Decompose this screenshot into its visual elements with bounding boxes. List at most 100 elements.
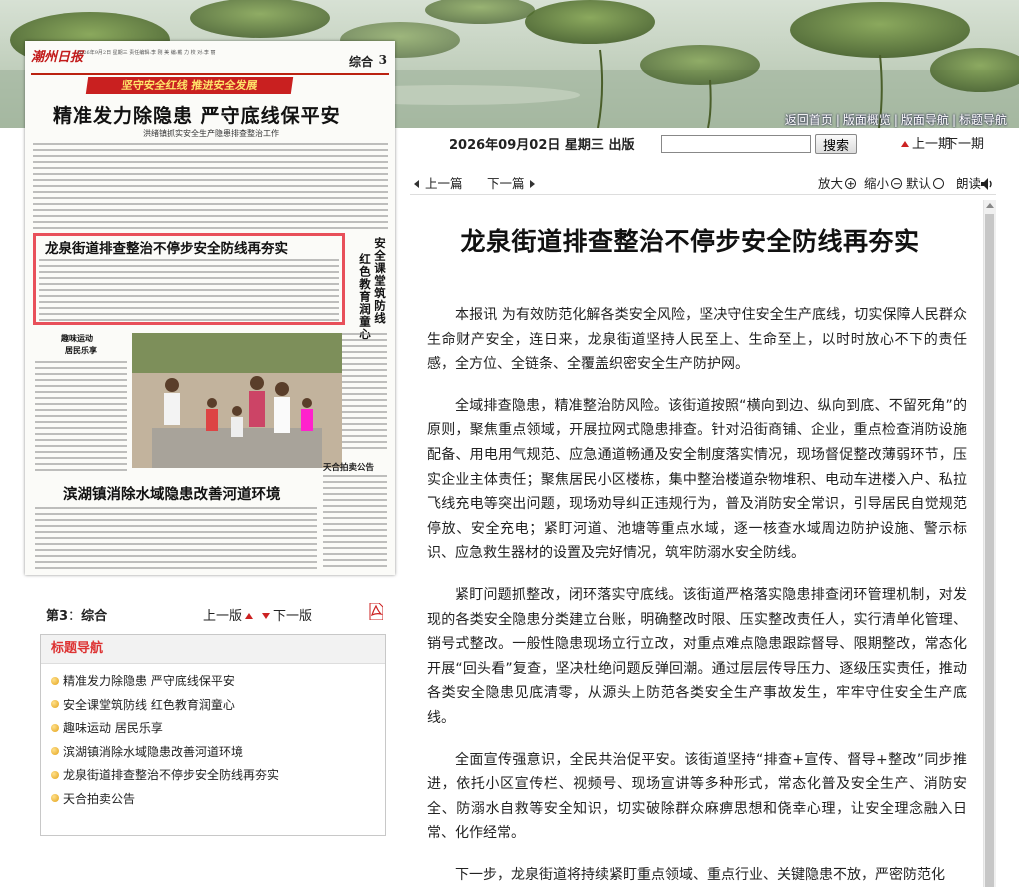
next-page-link[interactable]: 下一版: [259, 605, 312, 624]
triangle-right-icon: [529, 179, 535, 188]
up-arrow-icon: [901, 141, 909, 147]
zoom-in-button[interactable]: 放大: [818, 173, 857, 192]
title-navigation-panel: 标题导航 精准发力除隐患 严守底线保平安 安全课堂筑防线 红色教育润童心 趣味运…: [40, 634, 386, 836]
bottom-article-text-block: [35, 507, 317, 571]
small-article-title-2[interactable]: 居民乐享: [65, 345, 97, 356]
article-paragraph: 全面宣传强意识，全民共治促平安。该街道坚持“排查+宣传、督导+整改”同步推进，依…: [427, 751, 967, 842]
masthead-rule: [31, 73, 389, 75]
lead-article-text-block[interactable]: [33, 143, 388, 229]
current-page-info: 第3：综合: [46, 609, 108, 624]
newspaper-masthead: 潮州日报: [31, 50, 84, 65]
nav-home-link[interactable]: 返回首页: [785, 113, 833, 127]
newspaper-meta: 2026年9月2日 星期三 责任编辑:李 刚 美 编:戴 力 校 对:李 丽: [77, 50, 216, 56]
zoom-out-button[interactable]: 缩小: [864, 173, 903, 192]
prev-article-button[interactable]: 上一篇: [414, 173, 463, 192]
top-navigation: 返回首页 | 版面概览 | 版面导航 | 标题导航: [785, 111, 1007, 128]
default-size-label: 默认: [906, 176, 932, 191]
title-nav-item[interactable]: 安全课堂筑防线 红色教育润童心: [51, 694, 385, 718]
default-size-button[interactable]: 默认: [906, 173, 945, 192]
scrollbar-thumb[interactable]: [985, 214, 994, 887]
vertical-headline-1[interactable]: 安全课堂筑防线: [372, 237, 388, 325]
notice-text-block: [323, 475, 387, 571]
newspaper-slogan: 坚守安全红线 推进安全发展: [85, 77, 294, 94]
title-nav-item-label: 天合拍卖公告: [63, 791, 136, 806]
article-paragraph: 紧盯问题抓整改，闭环落实守底线。该街道严格落实隐患排查闭环管理机制，对发现的各类…: [427, 586, 967, 726]
default-size-icon: [933, 178, 945, 189]
news-photo[interactable]: [132, 333, 342, 468]
next-issue-label: 下一期: [945, 137, 985, 152]
title-navigation-heading: 标题导航: [41, 635, 385, 664]
title-nav-item[interactable]: 滨湖镇消除水域隐患改善河道环境: [51, 741, 385, 765]
prev-article-label: 上一篇: [425, 176, 463, 191]
next-page-label: 下一版: [273, 609, 313, 624]
bullet-icon: [51, 723, 59, 732]
publication-date: 2026年09月02日: [449, 138, 561, 153]
search-button[interactable]: 搜索: [815, 134, 857, 154]
prev-issue-link[interactable]: 上一期: [898, 133, 951, 152]
title-nav-item[interactable]: 天合拍卖公告: [51, 788, 385, 812]
next-article-label: 下一篇: [487, 176, 525, 191]
bullet-icon: [51, 700, 59, 709]
bottom-article-headline[interactable]: 滨湖镇消除水域隐患改善河道环境: [63, 483, 281, 504]
nav-separator: |: [951, 113, 956, 127]
article-scrollbar[interactable]: [983, 200, 996, 887]
publication-weekday: 星期三: [564, 138, 604, 153]
publication-status: 出版: [608, 138, 635, 153]
read-aloud-button[interactable]: 朗读: [956, 173, 995, 192]
title-nav-item-label: 安全课堂筑防线 红色教育润童心: [63, 697, 235, 712]
bullet-icon: [51, 794, 59, 803]
newspaper-page-thumbnail[interactable]: 潮州日报 2026年9月2日 星期三 责任编辑:李 刚 美 编:戴 力 校 对:…: [25, 41, 395, 575]
prev-page-link[interactable]: 上一版: [203, 605, 256, 624]
vertical-headline-2[interactable]: 红色教育润童心: [357, 253, 373, 341]
nav-separator: |: [893, 113, 898, 127]
read-aloud-label: 朗读: [956, 176, 982, 191]
title-nav-item-label: 龙泉街道排查整治不停步安全防线再夯实: [63, 768, 280, 783]
nav-title-navigation-link[interactable]: 标题导航: [959, 113, 1007, 127]
title-nav-item[interactable]: 精准发力除隐患 严守底线保平安: [51, 670, 385, 694]
search-input[interactable]: [661, 135, 811, 153]
newspaper-lead-subheadline: 洪绪镇抓实安全生产隐患排查整治工作: [143, 129, 279, 138]
down-arrow-icon: [262, 613, 270, 619]
scroll-up-icon[interactable]: [986, 203, 994, 208]
publication-date-bar: 2026年09月02日 星期三 出版: [449, 134, 634, 153]
page-name-label: 综合: [81, 609, 108, 624]
zoom-in-icon: [845, 178, 857, 189]
toolbar-divider: [410, 194, 996, 195]
article-content: 龙泉街道排查整治不停步安全防线再夯实 本报讯 为有效防范化解各类安全风险，坚决守…: [410, 200, 982, 887]
zoom-out-icon: [891, 178, 903, 189]
small-article-title-1[interactable]: 趣味运动: [61, 333, 93, 344]
article-body: 本报讯 为有效防范化解各类安全风险，坚决守住安全生产底线，切实保障人民群众生命财…: [427, 303, 967, 887]
prev-page-label: 上一版: [203, 609, 243, 624]
newspaper-page-number: 3: [378, 53, 387, 67]
newspaper-lead-headline[interactable]: 精准发力除隐患 严守底线保平安: [53, 101, 341, 128]
article-paragraph: 下一步，龙泉街道将持续紧盯重点领域、重点行业、关键隐患不放，严密防范化: [455, 866, 945, 883]
article-paragraph: 本报讯 为有效防范化解各类安全风险，坚决守住安全生产底线，切实保障人民群众生命财…: [427, 307, 967, 373]
article-paragraph: 全域排查隐患，精准整治防风险。该街道按照“横向到边、纵向到底、不留死角”的原则，…: [427, 397, 967, 562]
highlighted-article-title[interactable]: 龙泉街道排查整治不停步安全防线再夯实: [45, 237, 288, 257]
nav-page-overview-link[interactable]: 版面概览: [843, 113, 891, 127]
next-issue-link[interactable]: 下一期: [945, 133, 984, 152]
zoom-out-label: 缩小: [864, 176, 890, 191]
pdf-download-icon[interactable]: [369, 603, 383, 620]
bullet-icon: [51, 676, 59, 685]
title-nav-item-label: 精准发力除隐患 严守底线保平安: [63, 674, 235, 688]
up-arrow-icon: [245, 613, 254, 619]
newspaper-section-label: 综合: [348, 55, 373, 69]
nav-separator: |: [835, 113, 840, 127]
triangle-left-icon: [414, 179, 419, 188]
page-number-label: 第3: [46, 609, 69, 624]
nav-page-navigation-link[interactable]: 版面导航: [901, 113, 949, 127]
news-photo-image: [132, 333, 342, 468]
small-article-text-block: [35, 361, 127, 473]
bullet-icon: [51, 770, 59, 779]
highlighted-article-text-block: [39, 259, 339, 321]
title-nav-item-label: 趣味运动 居民乐享: [63, 721, 163, 736]
title-nav-item[interactable]: 趣味运动 居民乐享: [51, 717, 385, 741]
bullet-icon: [51, 747, 59, 756]
title-nav-item[interactable]: 龙泉街道排查整治不停步安全防线再夯实: [51, 764, 385, 788]
title-navigation-list: 精准发力除隐患 严守底线保平安 安全课堂筑防线 红色教育润童心 趣味运动 居民乐…: [41, 670, 385, 812]
next-article-button[interactable]: 下一篇: [487, 173, 535, 192]
zoom-in-label: 放大: [818, 176, 844, 191]
notice-title[interactable]: 天合拍卖公告: [323, 461, 374, 473]
speaker-icon: [981, 177, 992, 190]
